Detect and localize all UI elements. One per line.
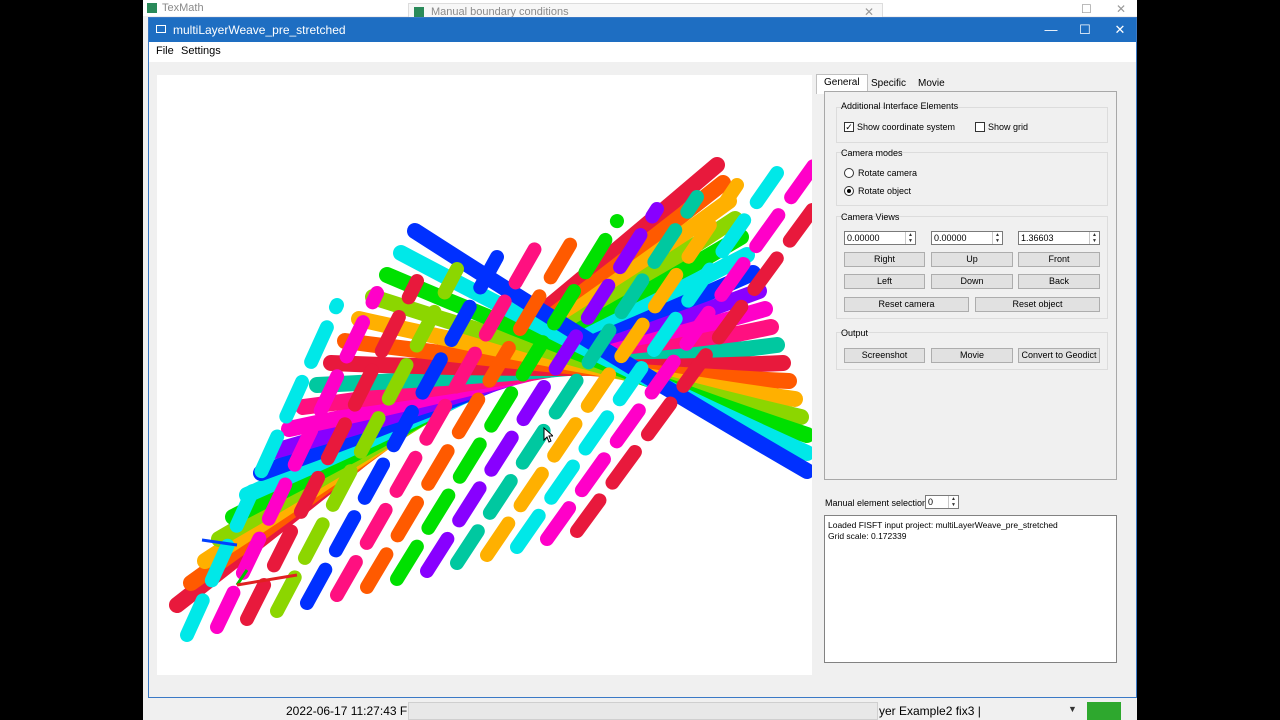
status-indicator (1087, 702, 1121, 720)
view-left-button[interactable]: Left (844, 274, 925, 289)
spinbox-arrows-icon[interactable]: ▲ ▼ (992, 232, 1002, 244)
window-icon (156, 25, 166, 33)
general-tab-body: Additional Interface Elements ✓ Show coo… (824, 91, 1117, 480)
tab-movie[interactable]: Movie (911, 76, 952, 92)
manual-element-selection-value: 0 (928, 497, 934, 507)
rotate-object-label[interactable]: Rotate object (858, 186, 911, 196)
chevron-down-icon[interactable]: ▼ (1068, 704, 1077, 714)
texmath-icon (147, 3, 157, 13)
camera-modes-title: Camera modes (841, 148, 903, 158)
screenshot-button[interactable]: Screenshot (844, 348, 925, 363)
camera-modes-group (836, 152, 1108, 206)
taskbar-datetime: 2022-06-17 11:27:43 Fir (286, 704, 414, 718)
camera-views-title: Camera Views (841, 212, 900, 222)
show-grid-checkbox[interactable] (975, 122, 985, 132)
camera-y-value: 0.00000 (934, 233, 967, 243)
show-coordinate-system-label[interactable]: Show coordinate system (857, 122, 955, 132)
camera-x-value: 0.00000 (847, 233, 880, 243)
show-coordinate-system-checkbox[interactable]: ✓ (844, 122, 854, 132)
menu-bar: File Settings (149, 42, 1136, 62)
window-titlebar[interactable]: multiLayerWeave_pre_stretched — ☐ ✕ (149, 18, 1136, 42)
taskbar-strip: 2022-06-17 11:27:43 Fir yer Example2 fix… (283, 702, 1123, 720)
output-title: Output (841, 328, 869, 338)
mouse-pointer-icon (543, 427, 553, 443)
spinbox-arrows-icon[interactable]: ▲ ▼ (905, 232, 915, 244)
interface-elements-title: Additional Interface Elements (841, 101, 959, 111)
log-line: Loaded FISFT input project: multiLayerWe… (828, 520, 1058, 530)
view-back-button[interactable]: Back (1018, 274, 1100, 289)
window-title: multiLayerWeave_pre_stretched (173, 23, 346, 37)
close-button[interactable]: ✕ (1102, 18, 1138, 42)
camera-z-value: 1.36603 (1021, 233, 1054, 243)
texmath-close-icon[interactable]: ✕ (1116, 1, 1126, 17)
manual-element-selection-label: Manual element selection: (825, 498, 930, 508)
log-output[interactable]: Loaded FISFT input project: multiLayerWe… (824, 515, 1117, 663)
spinbox-arrows-icon[interactable]: ▲ ▼ (1089, 232, 1099, 244)
camera-z-spinbox[interactable]: 1.36603 ▲ ▼ (1018, 231, 1100, 245)
movie-button[interactable]: Movie (931, 348, 1013, 363)
view-right-button[interactable]: Right (844, 252, 925, 267)
view-down-button[interactable]: Down (931, 274, 1013, 289)
log-line: Grid scale: 0.172339 (828, 531, 907, 541)
view-up-button[interactable]: Up (931, 252, 1013, 267)
taskbar-project: yer Example2 fix3 | (879, 704, 981, 718)
rotate-camera-radio[interactable] (844, 168, 854, 178)
rotate-camera-label[interactable]: Rotate camera (858, 168, 917, 178)
view-front-button[interactable]: Front (1018, 252, 1100, 267)
maximize-button[interactable]: ☐ (1067, 18, 1103, 42)
3d-viewport[interactable] (157, 75, 812, 675)
minimize-button[interactable]: — (1033, 18, 1069, 42)
manual-element-selection-spinbox[interactable]: 0 ▲ ▼ (925, 495, 959, 509)
reset-object-button[interactable]: Reset object (975, 297, 1100, 312)
texmath-maximize-icon[interactable]: ☐ (1081, 1, 1092, 17)
woven-fabric-render (169, 156, 812, 642)
tab-specific[interactable]: Specific (864, 76, 913, 92)
texmath-title: TexMath (162, 2, 204, 14)
spinbox-arrows-icon[interactable]: ▲ ▼ (948, 496, 958, 508)
menu-settings[interactable]: Settings (181, 45, 221, 57)
rotate-object-radio[interactable] (844, 186, 854, 196)
reset-camera-button[interactable]: Reset camera (844, 297, 969, 312)
taskbar-blank-field (408, 702, 878, 720)
show-grid-label[interactable]: Show grid (988, 122, 1028, 132)
camera-y-spinbox[interactable]: 0.00000 ▲ ▼ (931, 231, 1003, 245)
boundary-dialog-icon (414, 7, 424, 17)
menu-file[interactable]: File (156, 45, 174, 57)
screen: TexMath ☐ ✕ Manual boundary conditions ✕… (0, 0, 1280, 720)
convert-to-geodict-button[interactable]: Convert to Geodict (1018, 348, 1100, 363)
settings-panel: General Specific Movie Additional Interf… (816, 74, 1126, 674)
camera-x-spinbox[interactable]: 0.00000 ▲ ▼ (844, 231, 916, 245)
